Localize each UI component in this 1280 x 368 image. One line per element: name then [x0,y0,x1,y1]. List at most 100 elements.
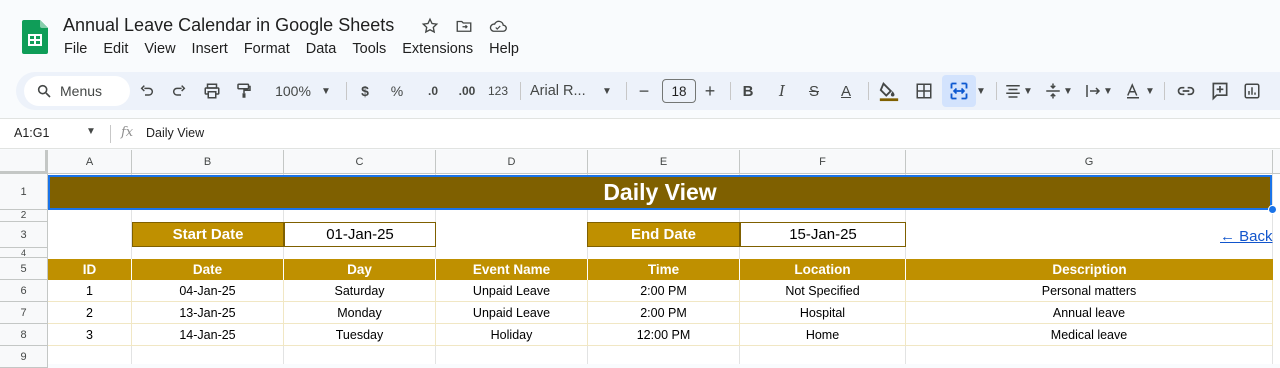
menu-help[interactable]: Help [481,41,527,57]
table-cell[interactable]: Home [740,324,906,346]
header-event-name: Event Name [436,259,588,280]
fill-color-icon[interactable] [876,72,902,110]
borders-icon[interactable] [912,72,936,110]
column-header-g[interactable]: G [906,150,1273,174]
merge-cells-icon[interactable] [946,72,972,110]
table-cell[interactable]: 2:00 PM [588,280,740,302]
row-header-9[interactable]: 9 [0,346,48,368]
column-header-b[interactable]: B [132,150,284,174]
row-header-6[interactable]: 6 [0,280,48,302]
zoom-select[interactable]: 100% [268,72,318,110]
print-icon[interactable] [200,72,224,110]
align-chevron-down-icon[interactable]: ▼ [1022,72,1034,110]
select-all-corner[interactable] [0,150,48,174]
toolbar-divider [996,82,997,100]
table-cell[interactable]: Personal matters [906,280,1273,302]
table-cell[interactable]: 12:00 PM [588,324,740,346]
document-title[interactable]: Annual Leave Calendar in Google Sheets [63,15,394,36]
table-cell[interactable]: 14-Jan-25 [132,324,284,346]
sheets-logo-icon[interactable] [22,20,48,54]
decrease-decimal-button[interactable]: .0 [420,72,446,110]
menu-tools[interactable]: Tools [344,41,394,57]
table-cell[interactable]: Saturday [284,280,436,302]
table-cell[interactable]: Unpaid Leave [436,302,588,324]
search-menus-button[interactable]: Menus [24,76,130,106]
horizontal-align-icon[interactable] [1002,72,1024,110]
paint-format-icon[interactable] [232,72,256,110]
valign-chevron-down-icon[interactable]: ▼ [1062,72,1074,110]
column-header-f[interactable]: F [740,150,906,174]
table-cell[interactable]: Not Specified [740,280,906,302]
row-header-7[interactable]: 7 [0,302,48,324]
star-icon[interactable] [420,16,440,36]
decrease-decimal-label: .0 [427,84,438,98]
font-chevron-down-icon[interactable]: ▼ [600,72,614,110]
percent-format-button[interactable]: % [386,72,408,110]
table-cell[interactable]: Monday [284,302,436,324]
table-cell[interactable]: 13-Jan-25 [132,302,284,324]
text-rotation-icon[interactable] [1122,72,1144,110]
increase-decimal-button[interactable]: .00 [452,72,482,110]
end-date-label: End Date [587,222,740,247]
font-size-increase-button[interactable]: + [700,72,720,110]
vertical-align-icon[interactable] [1042,72,1064,110]
table-cell[interactable]: Hospital [740,302,906,324]
row-header-2[interactable]: 2 [0,210,48,222]
back-link[interactable]: ← Back [1220,228,1273,245]
start-date-input[interactable]: 01-Jan-25 [284,222,436,247]
zoom-chevron-down-icon[interactable]: ▼ [318,72,334,110]
menu-insert[interactable]: Insert [184,41,236,57]
row-header-8[interactable]: 8 [0,324,48,346]
insert-link-icon[interactable] [1174,72,1198,110]
redo-icon[interactable] [168,72,190,110]
currency-format-button[interactable]: $ [354,72,376,110]
font-size-input[interactable]: 18 [662,79,696,103]
menu-view[interactable]: View [136,41,183,57]
undo-icon[interactable] [136,72,158,110]
column-header-c[interactable]: C [284,150,436,174]
insert-chart-icon[interactable] [1240,72,1264,110]
bold-button[interactable]: B [738,72,758,110]
font-size-decrease-button[interactable]: − [634,72,654,110]
table-cell[interactable]: 1 [48,280,132,302]
table-cell[interactable]: Holiday [436,324,588,346]
column-header-d[interactable]: D [436,150,588,174]
menu-data[interactable]: Data [298,41,345,57]
end-date-input[interactable]: 15-Jan-25 [740,222,906,247]
name-box[interactable]: A1:G1 [14,126,49,140]
table-cell[interactable]: 2 [48,302,132,324]
menu-extensions[interactable]: Extensions [394,41,481,57]
row-header-1[interactable]: 1 [0,174,48,210]
cloud-saved-icon[interactable] [488,16,508,36]
text-wrapping-icon[interactable] [1082,72,1104,110]
move-folder-icon[interactable] [454,16,474,36]
rotation-chevron-down-icon[interactable]: ▼ [1144,72,1156,110]
column-header-e[interactable]: E [588,150,740,174]
merge-chevron-down-icon[interactable]: ▼ [974,72,988,110]
table-cell[interactable]: Tuesday [284,324,436,346]
strikethrough-button[interactable]: S [804,72,824,110]
selection-fill-handle[interactable] [1268,205,1277,214]
table-cell[interactable]: 04-Jan-25 [132,280,284,302]
font-family-select[interactable]: Arial R... [530,72,600,110]
table-cell[interactable]: Medical leave [906,324,1273,346]
text-color-button[interactable]: A [836,72,856,110]
table-cell[interactable]: 2:00 PM [588,302,740,324]
formula-input[interactable]: Daily View [146,126,204,140]
daily-view-banner[interactable]: Daily View [48,175,1272,210]
wrap-chevron-down-icon[interactable]: ▼ [1102,72,1114,110]
table-cell[interactable]: Annual leave [906,302,1273,324]
number-format-button[interactable]: 123 [484,72,512,110]
menu-format[interactable]: Format [236,41,298,57]
row-header-4[interactable]: 4 [0,248,48,258]
name-box-chevron-down-icon[interactable]: ▼ [86,126,96,137]
menu-edit[interactable]: Edit [95,41,136,57]
table-cell[interactable]: 3 [48,324,132,346]
table-cell[interactable]: Unpaid Leave [436,280,588,302]
menu-file[interactable]: File [56,41,95,57]
row-header-3[interactable]: 3 [0,222,48,248]
italic-button[interactable]: I [772,72,792,110]
row-header-5[interactable]: 5 [0,258,48,280]
insert-comment-icon[interactable] [1208,72,1232,110]
column-header-a[interactable]: A [48,150,132,174]
